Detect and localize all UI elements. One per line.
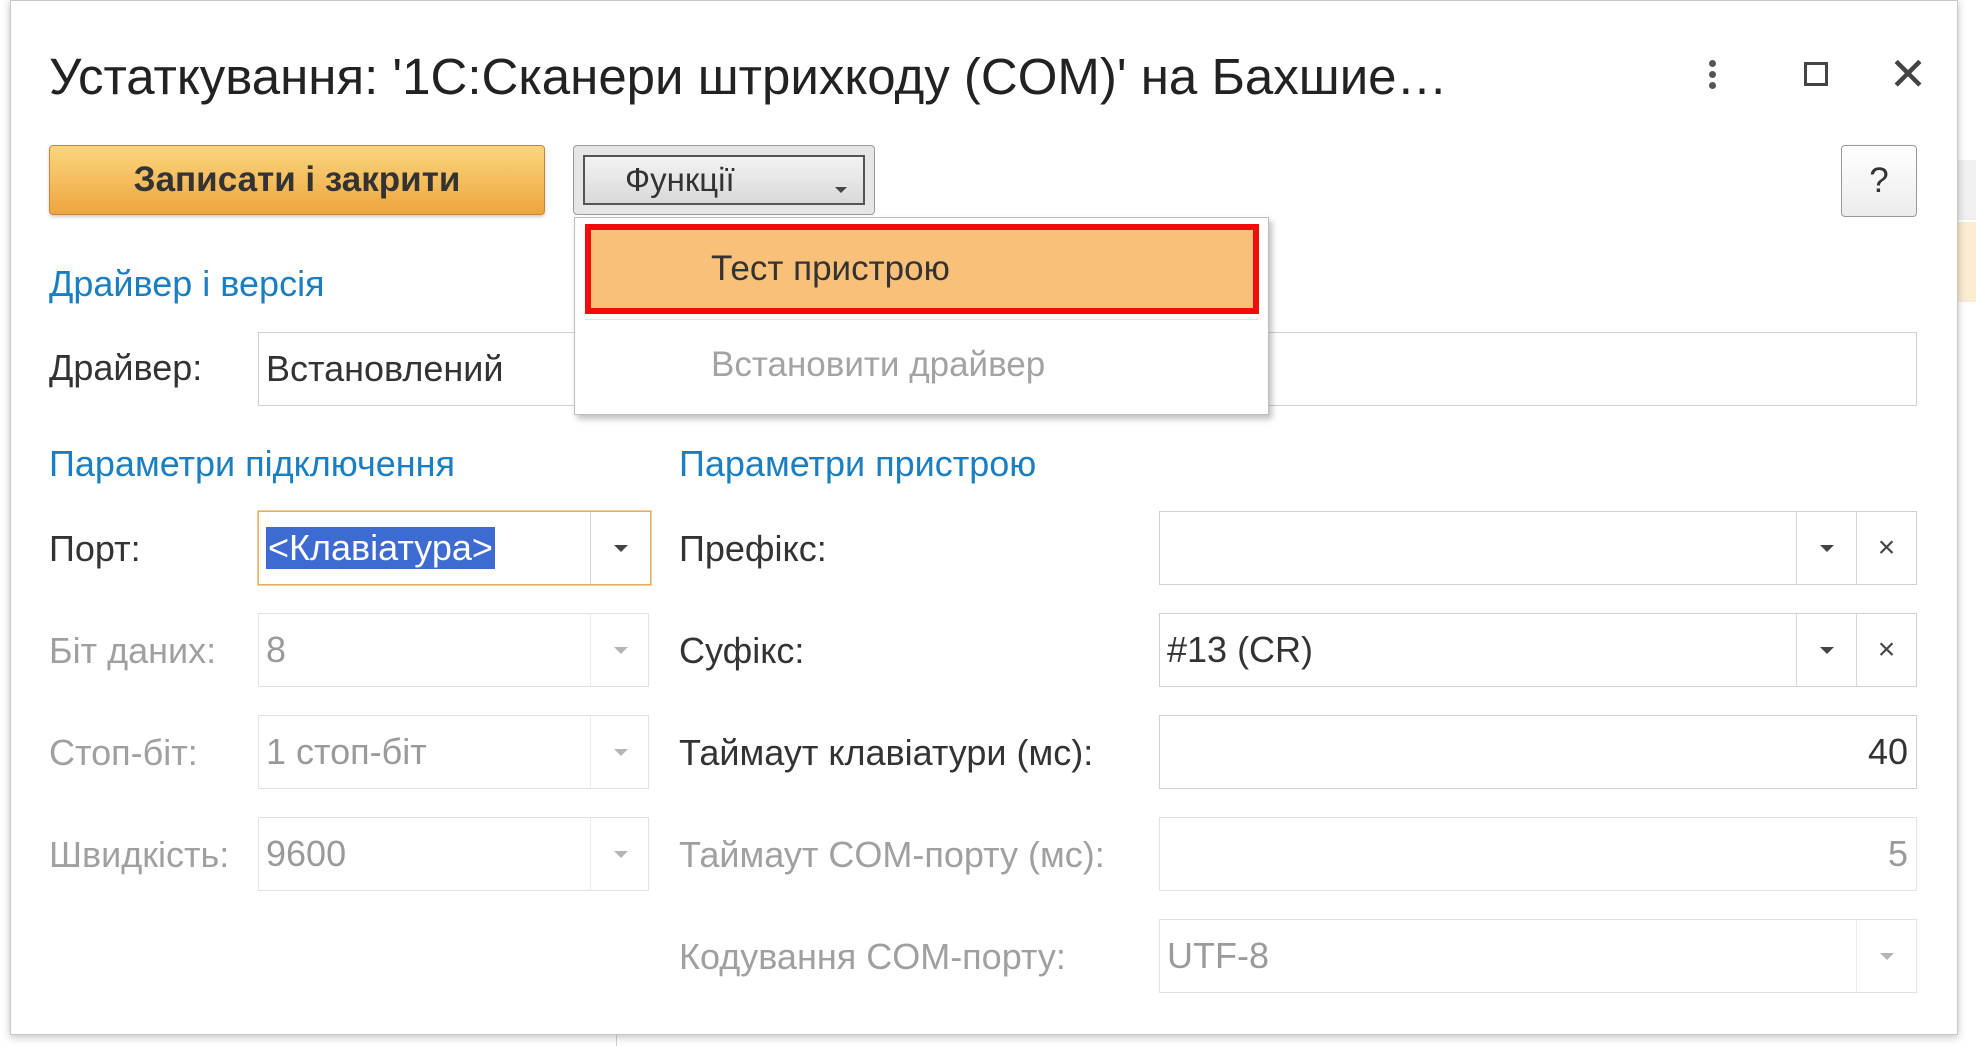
help-button[interactable]: ?: [1841, 145, 1917, 217]
chevron-down-icon: [1819, 646, 1834, 654]
suffix-value: #13 (CR): [1167, 629, 1314, 670]
menu-item-test-device[interactable]: Тест пристрою: [585, 224, 1259, 314]
device-section-title: Параметри пристрою: [679, 443, 1037, 484]
data-bits-dropdown-button[interactable]: [590, 614, 648, 686]
data-bits-value: 8: [266, 629, 287, 670]
speed-value: 9600: [266, 833, 347, 874]
functions-menu: Тест пристрою Встановити драйвер: [574, 217, 1269, 415]
com-timeout-value: 5: [1887, 833, 1908, 874]
keyboard-timeout-value: 40: [1867, 731, 1908, 772]
chevron-down-icon: [613, 850, 628, 858]
connection-section-title: Параметри підключення: [49, 443, 456, 484]
port-dropdown-button[interactable]: [590, 512, 650, 584]
save-and-close-button[interactable]: Записати і закрити: [49, 145, 545, 215]
data-bits-select[interactable]: 8: [258, 613, 649, 687]
speed-label: Швидкість:: [49, 834, 230, 875]
keyboard-timeout-label: Таймаут клавіатури (мс):: [679, 732, 1094, 773]
stop-bits-dropdown-button[interactable]: [590, 716, 648, 788]
prefix-dropdown-button[interactable]: [1796, 512, 1856, 584]
maximize-icon[interactable]: [1791, 49, 1841, 99]
background-panel: [1958, 160, 1976, 220]
keyboard-timeout-input[interactable]: 40: [1159, 715, 1917, 789]
more-vertical-icon[interactable]: [1687, 49, 1737, 99]
menu-item-install-driver[interactable]: Встановити драйвер: [585, 322, 1259, 408]
suffix-dropdown-button[interactable]: [1796, 614, 1856, 686]
prefix-label: Префікс:: [679, 528, 827, 569]
data-bits-label: Біт даних:: [49, 630, 217, 671]
com-encoding-select[interactable]: UTF-8: [1159, 919, 1917, 993]
driver-value: Встановлений: [266, 348, 504, 389]
chevron-down-icon: [613, 544, 628, 552]
menu-separator: [585, 319, 1258, 320]
stop-bits-select[interactable]: 1 стоп-біт: [258, 715, 649, 789]
functions-button-label: Функції: [625, 161, 735, 198]
chevron-down-icon: [835, 187, 847, 193]
port-label: Порт:: [49, 528, 141, 569]
equipment-dialog: Устаткування: '1С:Сканери штрихкоду (COM…: [10, 0, 1958, 1035]
suffix-select[interactable]: #13 (CR) ×: [1159, 613, 1917, 687]
clear-icon[interactable]: ×: [1856, 614, 1916, 686]
stop-bits-label: Стоп-біт:: [49, 732, 198, 773]
port-value: <Клавіатура>: [266, 527, 495, 569]
com-encoding-value: UTF-8: [1167, 935, 1269, 976]
chevron-down-icon: [1819, 544, 1834, 552]
close-icon[interactable]: ✕: [1883, 49, 1933, 99]
com-encoding-label: Кодування COM-порту:: [679, 936, 1066, 977]
background-panel-highlight: [1958, 222, 1976, 302]
functions-button[interactable]: Функції: [573, 145, 875, 215]
clear-icon[interactable]: ×: [1856, 512, 1916, 584]
speed-dropdown-button[interactable]: [590, 818, 648, 890]
suffix-label: Суфікс:: [679, 630, 805, 671]
prefix-select[interactable]: ×: [1159, 511, 1917, 585]
chevron-down-icon: [613, 646, 628, 654]
driver-label: Драйвер:: [49, 347, 203, 388]
com-timeout-label: Таймаут COM-порту (мс):: [679, 834, 1105, 875]
stop-bits-value: 1 стоп-біт: [266, 731, 427, 772]
chevron-down-icon: [613, 748, 628, 756]
com-timeout-input[interactable]: 5: [1159, 817, 1917, 891]
chevron-down-icon: [1879, 952, 1894, 960]
dialog-title: Устаткування: '1С:Сканери штрихкоду (COM…: [49, 48, 1448, 105]
speed-select[interactable]: 9600: [258, 817, 649, 891]
com-encoding-dropdown-button[interactable]: [1856, 920, 1916, 992]
port-select[interactable]: <Клавіатура>: [258, 511, 651, 585]
driver-section-title[interactable]: Драйвер і версія: [49, 263, 325, 305]
